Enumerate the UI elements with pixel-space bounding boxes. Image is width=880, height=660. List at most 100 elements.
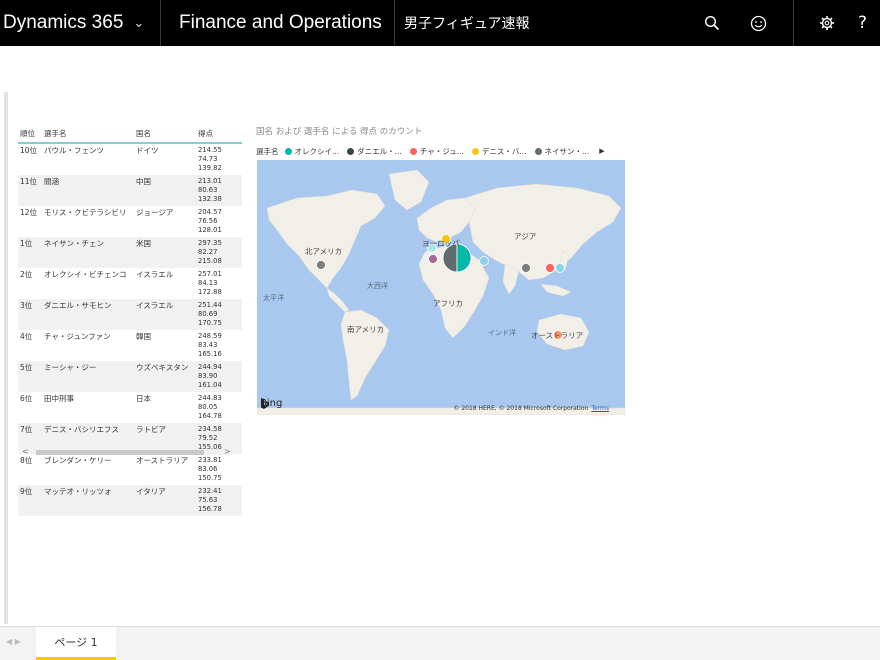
skater-name-cell: チャ・ジュンファン: [44, 332, 111, 341]
legend-item[interactable]: チャ・ジュ...: [409, 146, 464, 157]
segment-scores: 76.56 128.01: [198, 217, 222, 234]
segment-scores: 83.43 165.16: [198, 341, 222, 358]
score-cell: 233.81 83.06 150.75: [196, 454, 242, 485]
label-south-america: 南アメリカ: [347, 325, 385, 334]
total-score: 213.01: [198, 177, 222, 185]
legend-label: ネイサン・...: [544, 146, 590, 156]
legend-item[interactable]: ネイサン・...: [534, 146, 590, 157]
total-score: 257.01: [198, 270, 222, 278]
score-cell: 297.35 82.27 215.08: [196, 237, 242, 268]
scroll-thumb[interactable]: [36, 450, 204, 455]
segment-scores: 80.05 164.78: [198, 403, 222, 420]
total-score: 244.83: [198, 394, 222, 402]
table-row[interactable]: 9位 マッテオ・リッツォ イタリア 232.41 75.63 156.78: [18, 485, 242, 516]
column-header-rank[interactable]: 順位: [18, 124, 42, 144]
legend-item[interactable]: ダニエル・...: [347, 146, 402, 157]
score-cell: 257.01 84.13 172.88: [196, 268, 242, 299]
segment-scores: 82.27 215.08: [198, 248, 222, 265]
legend-label: ダニエル・...: [357, 146, 402, 156]
skater-name-cell: 閻涵: [42, 175, 134, 206]
map-legend: 選手名 オレクシイ... ダニエル・... チャ・ジュ... デニス・バ... ネイサン…: [256, 145, 626, 157]
column-header-country[interactable]: 国名: [134, 124, 196, 144]
scroll-right-icon[interactable]: >: [224, 447, 231, 457]
legend-item[interactable]: デニス・バ...: [471, 146, 527, 157]
segment-scores: 80.69 170.75: [198, 310, 222, 327]
table-row[interactable]: 5位 ミーシャ・ジー ウズベキスタン 244.94 83.90 161.04: [18, 361, 242, 392]
country-cell: ウズベキスタン: [134, 361, 196, 392]
total-score: 232.41: [198, 487, 222, 495]
legend-title: 選手名: [256, 146, 279, 156]
rank-cell: 1位: [18, 237, 42, 268]
table-row[interactable]: 1位 ネイサン・チェン 米国 297.35 82.27 215.08: [18, 237, 242, 268]
label-asia: アジア: [514, 232, 537, 241]
page-nav-arrows-icon[interactable]: ◀ ▶: [6, 637, 21, 646]
country-cell: イスラエル: [136, 270, 174, 279]
tab-page-1[interactable]: ページ 1: [36, 627, 116, 660]
table-row[interactable]: 4位 チャ・ジュンファン 韓国 248.59 83.43 165.16: [18, 330, 242, 361]
table-row[interactable]: 11位 閻涵 中国 213.01 80.63 132.38: [18, 175, 242, 206]
total-score: 251.44: [198, 301, 222, 309]
table-row[interactable]: 3位 ダニエル・サモヒン イスラエル 251.44 80.69 170.75: [18, 299, 242, 330]
legend-next-icon[interactable]: ▶: [599, 147, 604, 155]
total-score: 297.35: [198, 239, 222, 247]
column-header-score[interactable]: 得点: [196, 124, 242, 144]
table-horizontal-scrollbar[interactable]: < >: [18, 447, 236, 457]
bubble-usa[interactable]: [316, 260, 326, 270]
search-icon[interactable]: [697, 0, 727, 46]
bubble-japan[interactable]: [555, 263, 565, 273]
legend-dot-icon: [471, 147, 479, 155]
table-row[interactable]: 2位 オレクシイ・ビチェンコ イスラエル 257.01 84.13 172.88: [18, 268, 242, 299]
chevron-down-icon: ⌄: [133, 15, 145, 30]
terms-link[interactable]: Terms: [591, 405, 609, 412]
table-row[interactable]: 6位 田中刑事 日本 244.83 80.05 164.78: [18, 392, 242, 423]
app-launcher[interactable]: Dynamics 365 ⌄: [0, 0, 160, 46]
country-cell: 米国: [134, 237, 196, 268]
rank-cell: 12位: [20, 208, 38, 217]
table-row[interactable]: 8位 ブレンダン・ケリー オーストラリア 233.81 83.06 150.75: [18, 454, 242, 485]
rank-cell: 6位: [20, 394, 33, 403]
score-cell: 244.83 80.05 164.78: [196, 392, 242, 423]
table-row[interactable]: 10位 パウル・フェンツ ドイツ 214.55 74.73 139.82: [18, 143, 242, 175]
score-cell: 251.44 80.69 170.75: [196, 299, 242, 330]
help-icon[interactable]: ?: [858, 0, 880, 46]
legend-label: デニス・バ...: [481, 146, 527, 156]
rank-cell: 3位: [18, 299, 42, 330]
bubble-georgia[interactable]: [479, 256, 489, 266]
total-score: 248.59: [198, 332, 222, 340]
skater-name-cell: ブレンダン・ケリー: [44, 456, 112, 465]
legend-dot-icon: [534, 147, 542, 155]
bubble-italy[interactable]: [428, 254, 438, 264]
bing-icon: [261, 398, 269, 409]
country-cell: ドイツ: [136, 146, 159, 155]
country-cell: 韓国: [136, 332, 151, 341]
gear-icon[interactable]: [812, 0, 842, 46]
bubble-korea[interactable]: [545, 263, 555, 273]
table-row[interactable]: 12位 モリス・クビテラシビリ ジョージア 204.57 76.56 128.01: [18, 206, 242, 237]
country-cell: 中国: [134, 175, 196, 206]
module-title[interactable]: Finance and Operations: [161, 0, 394, 46]
total-score: 233.81: [198, 456, 222, 464]
scroll-left-icon[interactable]: <: [22, 447, 29, 457]
total-score: 234.58: [198, 425, 222, 433]
segment-scores: 74.73 139.82: [198, 155, 222, 172]
rank-cell: 8位: [20, 456, 33, 465]
smiley-icon[interactable]: [743, 0, 773, 46]
bubble-map[interactable]: 北アメリカ ヨーロッパ アジア アフリカ 南アメリカ オーストラリア 太平洋 大…: [257, 160, 625, 415]
label-africa: アフリカ: [433, 299, 463, 308]
country-cell: イタリア: [134, 485, 196, 516]
rank-cell: 4位: [20, 332, 33, 341]
column-header-skater[interactable]: 選手名: [42, 124, 134, 144]
legend-item[interactable]: オレクシイ...: [284, 146, 339, 157]
report-canvas-edge: [4, 92, 8, 624]
segment-scores: 84.13 172.88: [198, 279, 222, 296]
score-cell: 214.55 74.73 139.82: [196, 143, 242, 175]
skater-name-cell: モリス・クビテラシビリ: [44, 208, 127, 217]
bubble-uzbekistan[interactable]: [521, 263, 531, 273]
rank-cell: 11位: [18, 175, 42, 206]
results-table: 順位 選手名 国名 得点 10位 パウル・フェンツ ドイツ 214.55 74.73 1…: [18, 124, 244, 516]
copyright-text: © 2018 HERE, © 2018 Microsoft Corporatio…: [453, 405, 589, 412]
score-cell: 204.57 76.56 128.01: [196, 206, 242, 237]
segment-scores: 80.63 132.38: [198, 186, 222, 203]
skater-name-cell: ネイサン・チェン: [42, 237, 134, 268]
score-cell: 248.59 83.43 165.16: [196, 330, 242, 361]
